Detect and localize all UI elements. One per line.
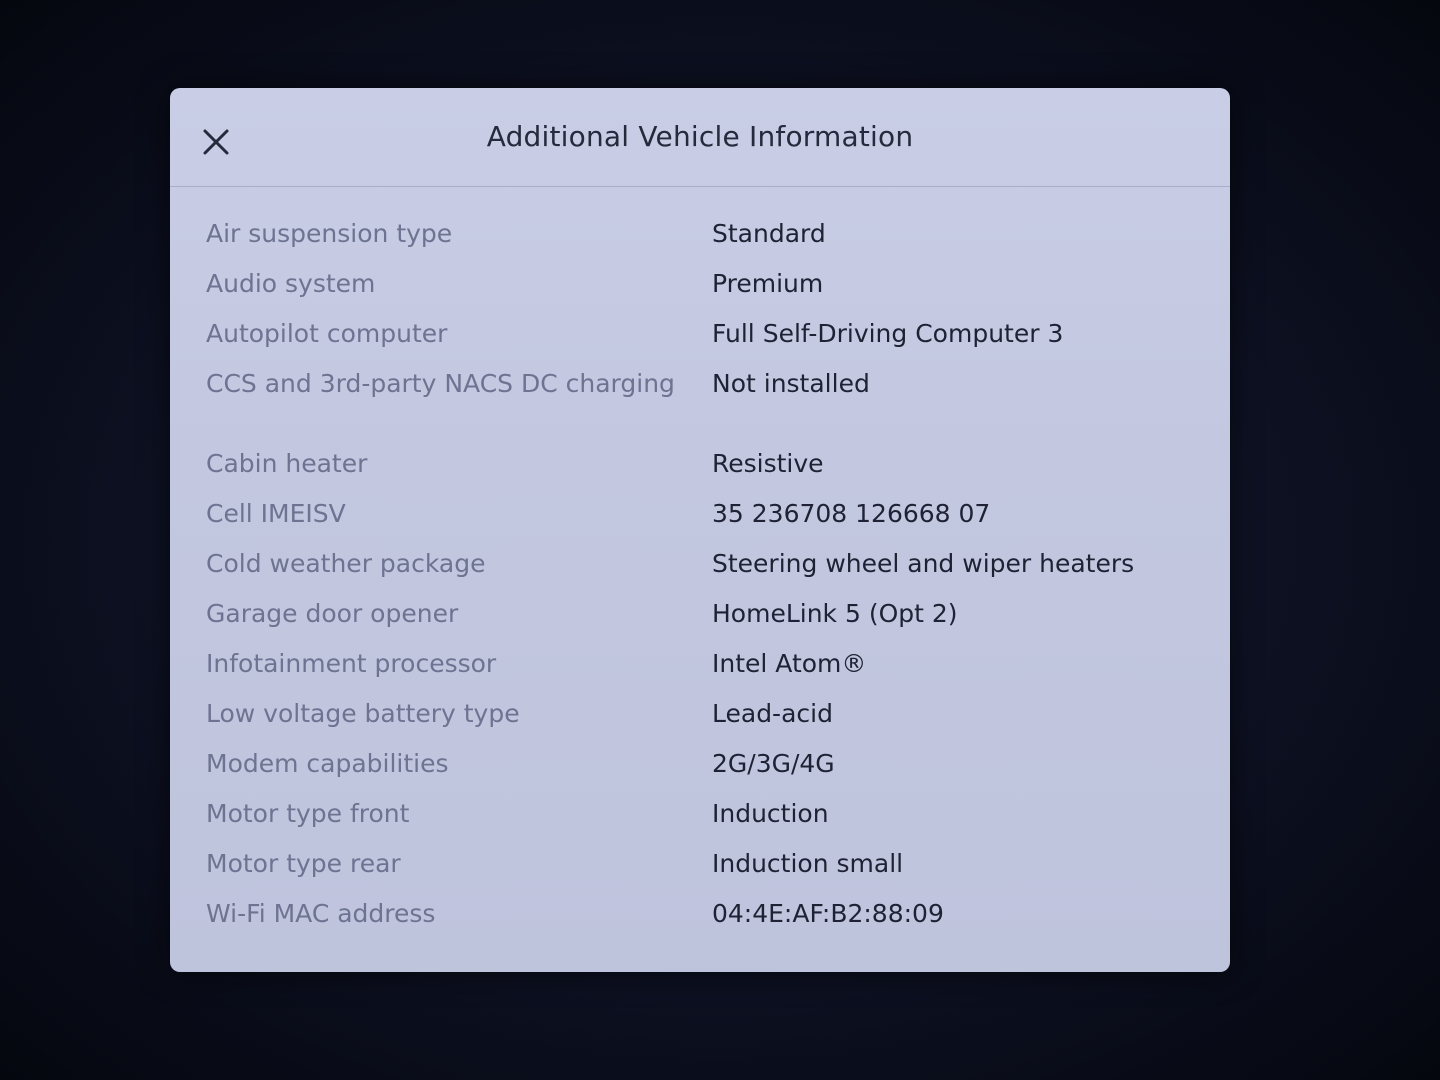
info-label: Low voltage battery type [206,699,520,728]
info-label: Motor type rear [206,849,401,878]
info-row-motor-rear: Motor type rear Induction small [206,848,1196,898]
info-value: 35 236708 126668 07 [712,499,991,528]
info-row-motor-front: Motor type front Induction [206,798,1196,848]
dialog-title: Additional Vehicle Information [486,120,914,153]
info-row-audio-system: Audio system Premium [206,268,1196,318]
info-row-cabin-heater: Cabin heater Resistive [206,448,1196,498]
info-label: Motor type front [206,799,410,828]
info-label: Infotainment processor [206,649,497,678]
info-label: Wi-Fi MAC address [206,899,436,928]
info-label: Air suspension type [206,219,453,248]
info-value: Induction [712,799,829,828]
vehicle-info-dialog: Additional Vehicle Information Air suspe… [170,88,1230,972]
info-value: Full Self-Driving Computer 3 [712,319,1064,348]
info-label: Audio system [206,269,376,298]
info-row-air-suspension: Air suspension type Standard [206,218,1196,268]
info-value: Not installed [712,369,870,398]
info-value: Lead-acid [712,699,833,728]
info-row-dc-charging: CCS and 3rd-party NACS DC charging Not i… [206,368,1196,448]
info-row-autopilot-computer: Autopilot computer Full Self-Driving Com… [206,318,1196,368]
info-value: Steering wheel and wiper heaters [712,549,1135,578]
info-row-infotainment: Infotainment processor Intel Atom® [206,648,1196,698]
info-row-wifi-mac: Wi-Fi MAC address 04:4E:AF:B2:88:09 [206,898,1196,948]
info-row-lv-battery: Low voltage battery type Lead-acid [206,698,1196,748]
info-label: Autopilot computer [206,319,448,348]
dialog-header: Additional Vehicle Information [170,88,1230,187]
info-label: Modem capabilities [206,749,449,778]
info-value: HomeLink 5 (Opt 2) [712,599,958,628]
screen-background: Additional Vehicle Information Air suspe… [0,0,1440,1080]
info-label: Cabin heater [206,449,368,478]
info-value: 2G/3G/4G [712,749,835,778]
info-value: Standard [712,219,826,248]
info-label: CCS and 3rd-party NACS DC charging [206,369,675,398]
info-row-modem: Modem capabilities 2G/3G/4G [206,748,1196,798]
info-label: Cell IMEISV [206,499,346,528]
info-value: 04:4E:AF:B2:88:09 [712,899,944,928]
info-row-cell-imeisv: Cell IMEISV 35 236708 126668 07 [206,498,1196,548]
info-row-cold-weather: Cold weather package Steering wheel and … [206,548,1196,598]
info-value: Intel Atom® [712,649,867,678]
info-row-garage-door: Garage door opener HomeLink 5 (Opt 2) [206,598,1196,648]
info-value: Premium [712,269,824,298]
info-list: Air suspension type Standard Audio syste… [206,218,1196,948]
info-label: Cold weather package [206,549,486,578]
info-value: Induction small [712,849,904,878]
info-value: Resistive [712,449,824,478]
info-label: Garage door opener [206,599,459,628]
